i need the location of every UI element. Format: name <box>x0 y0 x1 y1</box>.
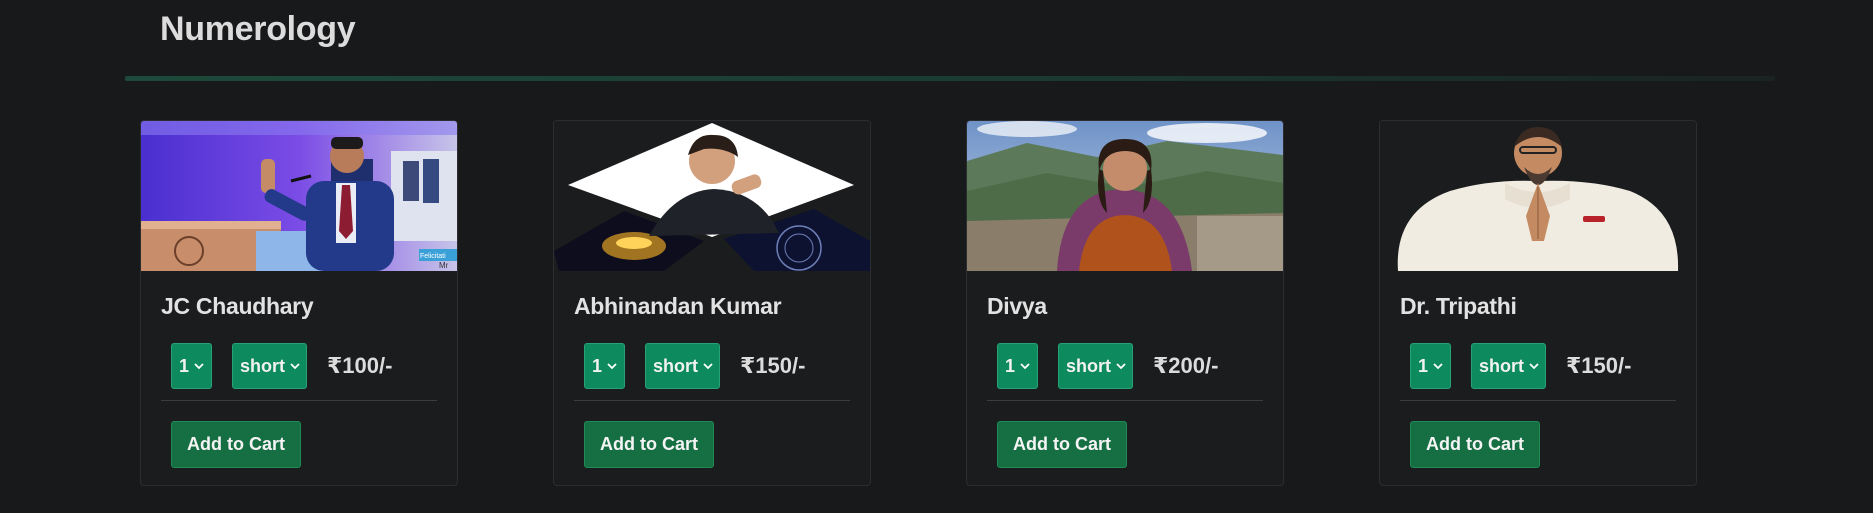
price-label: ₹150/- <box>1566 353 1632 378</box>
duration-select[interactable]: short <box>232 343 307 389</box>
quantity-value: 1 <box>179 355 190 376</box>
speaker-photo-illustration: Felicitati Mr <box>141 121 457 271</box>
add-to-cart-button[interactable]: Add to Cart <box>997 421 1127 468</box>
chevron-down-icon <box>1529 363 1539 370</box>
duration-select[interactable]: short <box>1471 343 1546 389</box>
card-photo <box>554 121 870 271</box>
astrologer-name: Dr. Tripathi <box>1400 293 1517 319</box>
chevron-down-icon <box>290 363 300 370</box>
section-title: Numerology <box>160 10 356 48</box>
photo-caption: Felicitati <box>420 253 446 260</box>
namaste-portrait-illustration <box>1380 121 1696 271</box>
astrology-collage-illustration <box>554 121 870 271</box>
card-controls: 1 short ₹150/- <box>584 343 805 389</box>
card-list: Felicitati Mr JC Chaudhary 1 short ₹100/… <box>140 120 1697 486</box>
card-photo <box>967 121 1283 271</box>
chevron-down-icon <box>194 363 204 370</box>
quantity-value: 1 <box>1005 355 1016 376</box>
duration-value: short <box>653 355 698 376</box>
add-to-cart-button[interactable]: Add to Cart <box>584 421 714 468</box>
card-photo <box>1380 121 1696 271</box>
add-to-cart-button[interactable]: Add to Cart <box>1410 421 1540 468</box>
quantity-select[interactable]: 1 <box>171 343 212 389</box>
chevron-down-icon <box>1020 363 1030 370</box>
card-controls: 1 short ₹150/- <box>1410 343 1631 389</box>
mountain-portrait-illustration <box>967 121 1283 271</box>
chevron-down-icon <box>1116 363 1126 370</box>
product-card-divya: Divya 1 short ₹200/- Add to Cart <box>966 120 1284 486</box>
add-to-cart-button[interactable]: Add to Cart <box>171 421 301 468</box>
duration-select[interactable]: short <box>1058 343 1133 389</box>
astrologer-name: JC Chaudhary <box>161 293 314 319</box>
price-label: ₹100/- <box>327 353 393 378</box>
quantity-value: 1 <box>1418 355 1429 376</box>
card-separator <box>1400 400 1676 401</box>
section-divider <box>125 76 1775 81</box>
card-controls: 1 short ₹100/- <box>171 343 392 389</box>
card-separator <box>161 400 437 401</box>
card-separator <box>574 400 850 401</box>
chevron-down-icon <box>607 363 617 370</box>
quantity-value: 1 <box>592 355 603 376</box>
duration-select[interactable]: short <box>645 343 720 389</box>
chevron-down-icon <box>1433 363 1443 370</box>
product-card-dr-tripathi: Dr. Tripathi 1 short ₹150/- Add to Cart <box>1379 120 1697 486</box>
card-separator <box>987 400 1263 401</box>
card-photo: Felicitati Mr <box>141 121 457 271</box>
quantity-select[interactable]: 1 <box>997 343 1038 389</box>
photo-caption-2: Mr <box>439 261 449 270</box>
astrologer-name: Divya <box>987 293 1047 319</box>
duration-value: short <box>1479 355 1524 376</box>
page: Numerology Felicitati Mr JC Chaudhary 1 … <box>0 0 1873 513</box>
product-card-abhinandan-kumar: Abhinandan Kumar 1 short ₹150/- Add to C… <box>553 120 871 486</box>
quantity-select[interactable]: 1 <box>584 343 625 389</box>
duration-value: short <box>240 355 285 376</box>
chevron-down-icon <box>703 363 713 370</box>
quantity-select[interactable]: 1 <box>1410 343 1451 389</box>
product-card-jc-chaudhary: Felicitati Mr JC Chaudhary 1 short ₹100/… <box>140 120 458 486</box>
price-label: ₹200/- <box>1153 353 1219 378</box>
card-controls: 1 short ₹200/- <box>997 343 1218 389</box>
duration-value: short <box>1066 355 1111 376</box>
astrologer-name: Abhinandan Kumar <box>574 293 782 319</box>
price-label: ₹150/- <box>740 353 806 378</box>
